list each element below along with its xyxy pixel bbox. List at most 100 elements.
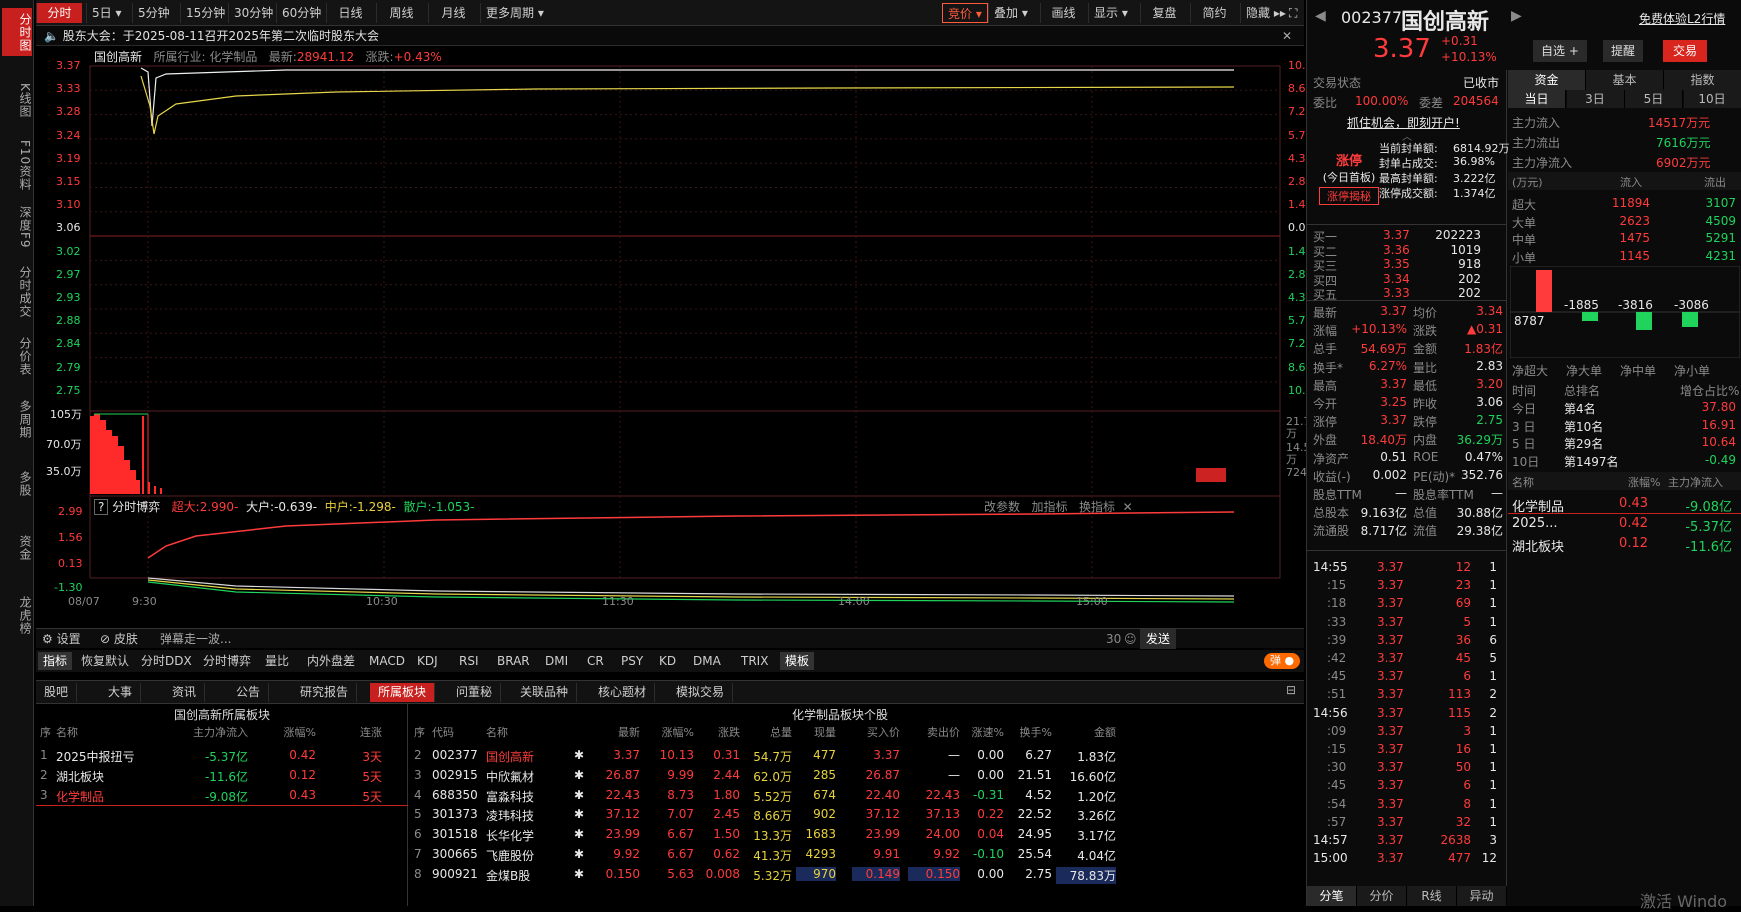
add-watchlist-button[interactable]: 自选 + <box>1533 40 1587 62</box>
add-indicator-button[interactable]: 加指标 <box>1031 500 1067 514</box>
indicator-8[interactable]: RSI <box>454 652 484 670</box>
fund-tab-0[interactable]: 资金 <box>1508 70 1586 90</box>
subtab-8[interactable]: 核心题材 <box>590 683 655 702</box>
table-row[interactable]: 4688350富淼科技✱22.438.731.805.52万67422.4022… <box>410 786 1290 806</box>
send-button[interactable]: 发送 <box>1140 629 1176 649</box>
notice-text[interactable]: 股东大会：于2025-08-11召开2025年第二次临时股东大会 <box>63 29 379 43</box>
draw-button[interactable]: 画线 <box>1040 3 1086 23</box>
period-15min[interactable]: 15分钟 <box>180 3 230 23</box>
indicator-15[interactable]: TRIX <box>736 652 773 670</box>
indicator-3[interactable]: 分时博弈 <box>198 652 256 670</box>
table-row[interactable]: 7300665飞鹿股份✱9.926.670.6241.3万42939.919.9… <box>410 845 1290 865</box>
indicator-0[interactable]: 指标 <box>38 652 72 670</box>
simple-button[interactable]: 简约 <box>1190 3 1238 23</box>
fund-period-2[interactable]: 5日 <box>1625 90 1683 108</box>
subtab-5[interactable]: 所属板块 <box>370 683 435 702</box>
more-periods[interactable]: 更多周期 ▾ <box>480 3 549 23</box>
tab-multi-period[interactable]: 多周期 <box>2 396 32 442</box>
indicator-4[interactable]: 量比 <box>260 652 294 670</box>
indicator-7[interactable]: KDJ <box>412 652 443 670</box>
close-icon[interactable]: ✕ <box>1282 26 1292 46</box>
sector-row[interactable]: 2025...0.42-5.37亿 <box>1508 514 1741 534</box>
close-indicator-icon[interactable]: ✕ <box>1123 500 1133 514</box>
period-daily[interactable]: 日线 <box>326 3 374 23</box>
sector-row[interactable]: 湖北板块0.12-11.6亿 <box>1508 534 1741 554</box>
indicator-6[interactable]: MACD <box>364 652 410 670</box>
subtab-4[interactable]: 研究报告 <box>292 683 357 702</box>
indicator-2[interactable]: 分时DDX <box>136 652 197 670</box>
danmu-toggle[interactable]: 弹 ● <box>1264 653 1300 669</box>
auction-button[interactable]: 竞价 ▾ <box>942 3 988 23</box>
subtab-2[interactable]: 资讯 <box>164 683 205 702</box>
period-timeshare[interactable]: 分时 <box>36 3 82 23</box>
tab-f10[interactable]: F10资料 <box>2 136 32 196</box>
table-row[interactable]: 5301373凌玮科技✱37.127.072.458.66万90237.1237… <box>410 805 1290 825</box>
indicator-5[interactable]: 内外盘差 <box>302 652 360 670</box>
tab-price-table[interactable]: 分价表 <box>2 334 32 378</box>
table-row[interactable]: 2湖北板块-11.6亿0.125天 <box>36 766 408 786</box>
next-stock-icon[interactable]: ▶ <box>1511 8 1522 24</box>
tab-timeshare[interactable]: 分时图 <box>2 8 32 56</box>
tab-kline[interactable]: K线图 <box>2 76 32 124</box>
tick-tab-1[interactable]: 分价 <box>1357 886 1407 906</box>
l2-trial-link[interactable]: 免费体验L2行情 <box>1639 10 1725 27</box>
fund-tab-2[interactable]: 指数 <box>1664 70 1741 90</box>
indicator-13[interactable]: KD <box>654 652 681 670</box>
indicator-9[interactable]: BRAR <box>492 652 535 670</box>
open-account-link[interactable]: 抓住机会，即刻开户! <box>1347 114 1460 131</box>
table-row[interactable]: 12025中报扭亏-5.37亿0.423天 <box>36 746 408 766</box>
skin-button[interactable]: ⊘ 皮肤 <box>100 629 138 649</box>
fund-period-3[interactable]: 10日 <box>1684 90 1741 108</box>
table-row[interactable]: 3化学制品-9.08亿0.435天 <box>36 786 408 806</box>
subtab-0[interactable]: 股吧 <box>36 683 77 702</box>
subtab-7[interactable]: 关联品种 <box>512 683 577 702</box>
tick-tab-0[interactable]: 分笔 <box>1307 886 1357 906</box>
indicator-name[interactable]: 分时博弈 <box>112 500 160 514</box>
table-row[interactable]: 6301518长华化学✱23.996.671.5013.3万168323.992… <box>410 825 1290 845</box>
table-row[interactable]: 3002915中欣氟材✱26.879.992.4462.0万28526.87—0… <box>410 766 1290 786</box>
period-5day[interactable]: 5日 ▾ <box>86 3 126 23</box>
period-30min[interactable]: 30分钟 <box>228 3 278 23</box>
fullscreen-icon[interactable]: ⛶ <box>1284 3 1302 23</box>
emoji-icon[interactable]: ☺ <box>1124 629 1137 649</box>
fund-period-1[interactable]: 3日 <box>1567 90 1625 108</box>
prev-stock-icon[interactable]: ◀ <box>1315 8 1326 24</box>
subtab-9[interactable]: 模拟交易 <box>668 683 733 702</box>
subtab-6[interactable]: 问董秘 <box>448 683 501 702</box>
overlay-button[interactable]: 叠加 ▾ <box>988 3 1033 23</box>
tab-trades[interactable]: 分时成交 <box>2 262 32 322</box>
period-60min[interactable]: 60分钟 <box>276 3 326 23</box>
table-row[interactable]: 2002377国创高新✱3.3710.130.3154.7万4773.37—0.… <box>410 746 1290 766</box>
indicator-1[interactable]: 恢复默认 <box>76 652 134 670</box>
fund-period-0[interactable]: 当日 <box>1508 90 1566 108</box>
tick-tab-2[interactable]: R线 <box>1407 886 1457 906</box>
sector-row[interactable]: 化学制品0.43-9.08亿 <box>1508 494 1741 514</box>
indicator-14[interactable]: DMA <box>688 652 726 670</box>
chart-area[interactable]: 国创高新 所属行业: 化学制品 最新:28941.12 涨跌:+0.43% <box>36 46 1304 628</box>
tab-dragon-tiger[interactable]: 龙虎榜 <box>2 590 32 640</box>
display-button[interactable]: 显示 ▾ <box>1088 3 1133 23</box>
indicator-12[interactable]: PSY <box>616 652 648 670</box>
subtab-1[interactable]: 大事 <box>100 683 141 702</box>
period-monthly[interactable]: 月线 <box>428 3 478 23</box>
period-weekly[interactable]: 周线 <box>376 3 426 23</box>
tab-multi-stock[interactable]: 多股 <box>2 466 32 502</box>
danmu-input[interactable]: 弹幕走一波... <box>160 629 1160 649</box>
limit-up-tag[interactable]: 涨停揭秘 <box>1319 187 1379 205</box>
period-5min[interactable]: 5分钟 <box>132 3 175 23</box>
indicator-11[interactable]: CR <box>582 652 609 670</box>
subtab-3[interactable]: 公告 <box>228 683 269 702</box>
alert-button[interactable]: 提醒 <box>1603 40 1643 62</box>
table-row[interactable]: 8900921金煤B股✱0.1505.630.0085.32万9700.1490… <box>410 865 1290 885</box>
settings-button[interactable]: ⚙ 设置 <box>42 629 81 649</box>
replay-button[interactable]: 复盘 <box>1140 3 1188 23</box>
indicator-16[interactable]: 模板 <box>780 652 814 670</box>
fund-tab-1[interactable]: 基本 <box>1586 70 1664 90</box>
edit-params-button[interactable]: 改参数 <box>984 500 1020 514</box>
tab-fund[interactable]: 资金 <box>2 530 32 566</box>
tick-tab-3[interactable]: 异动 <box>1457 886 1507 906</box>
tab-depth[interactable]: 深度F9 <box>2 202 32 252</box>
indicator-10[interactable]: DMI <box>540 652 573 670</box>
expand-icon[interactable]: ⊟ <box>1286 683 1296 697</box>
swap-indicator-button[interactable]: 换指标 <box>1079 500 1115 514</box>
